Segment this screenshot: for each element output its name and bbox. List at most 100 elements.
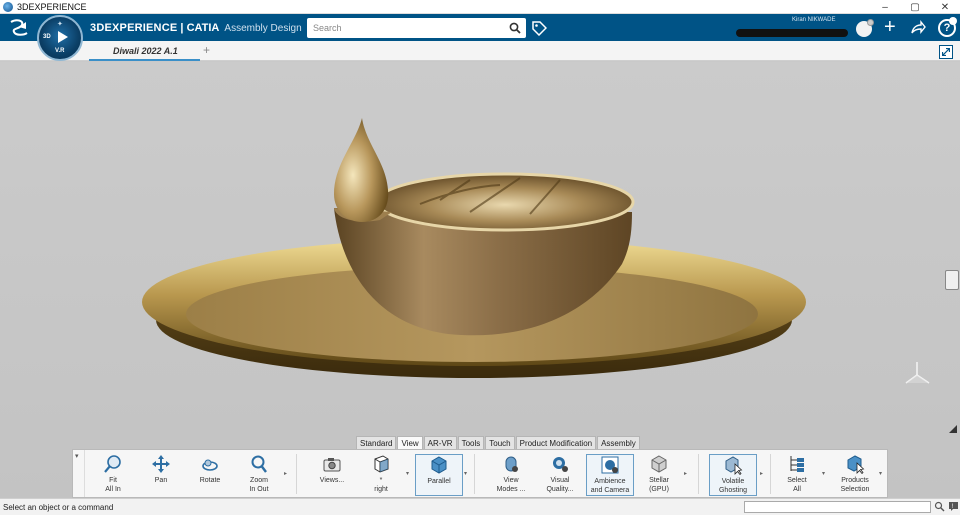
tab-diwali[interactable]: Diwali 2022 A.1: [89, 41, 200, 61]
brand-app: | CATIA: [177, 22, 220, 34]
window-controls: – ▢ ✕: [870, 0, 960, 14]
fit-all-in-label: Fit All In: [105, 477, 121, 493]
3d-viewport[interactable]: [0, 62, 960, 498]
view-modes-label: View Modes ...: [496, 477, 526, 493]
ambience-camera-button[interactable]: Ambience and Camera: [586, 454, 634, 496]
zoom-in-out-button[interactable]: Zoom In Out: [235, 454, 283, 496]
action-bar: ▾ Fit All In Pan Rotate Zoom In Out ▸ Vi…: [72, 449, 888, 498]
close-button[interactable]: ✕: [930, 0, 960, 14]
fullscreen-icon[interactable]: [939, 45, 953, 59]
rotate-label: Rotate: [199, 477, 221, 484]
side-panel-toggle[interactable]: [945, 270, 959, 290]
app-icon: [3, 1, 13, 12]
document-tab-bar: Diwali 2022 A.1 +: [0, 41, 960, 61]
compass-version: V.R: [55, 48, 65, 54]
add-content-button[interactable]: +: [884, 17, 896, 37]
collapse-action-bar[interactable]: ▾: [73, 450, 85, 497]
stellar-gpu-label: Stellar (GPU): [649, 477, 669, 493]
play-icon: [58, 31, 68, 43]
stellar-gpu-button[interactable]: Stellar (GPU): [635, 454, 683, 496]
projection-more-arrow[interactable]: ▾: [464, 470, 467, 477]
tab-product-modification[interactable]: Product Modification: [515, 436, 597, 449]
tab-assembly[interactable]: Assembly: [597, 436, 640, 449]
products-more-arrow[interactable]: ▾: [879, 470, 882, 477]
view-modes-icon: [505, 456, 518, 472]
select-all-label: Select All: [787, 477, 807, 493]
share-icon[interactable]: [910, 20, 926, 36]
rotate-button[interactable]: Rotate: [186, 454, 234, 496]
view-orientation-more-arrow[interactable]: ▾: [406, 470, 409, 477]
zoom-label: Zoom In Out: [249, 477, 269, 493]
right-view-button[interactable]: * right: [357, 454, 405, 496]
views-button[interactable]: Views...: [308, 454, 356, 496]
brand-workbench: Assembly Design: [224, 23, 302, 34]
select-all-button[interactable]: Select All: [773, 454, 821, 496]
expand-arrow-icon[interactable]: [948, 424, 958, 434]
status-prompt: Select an object or a command: [3, 503, 114, 512]
right-view-label: * right: [374, 477, 388, 493]
visual-quality-label: Visual Quality...: [546, 477, 574, 493]
tag-icon[interactable]: [531, 20, 547, 36]
views-label: Views...: [319, 477, 345, 484]
visual-quality-icon: [553, 457, 568, 472]
visual-quality-button[interactable]: Visual Quality...: [536, 454, 584, 496]
ambience-icon: [601, 456, 619, 474]
fit-all-in-button[interactable]: Fit All In: [89, 454, 137, 496]
axis-triad-icon[interactable]: [902, 358, 932, 388]
window-titlebar: 3DEXPERIENCE – ▢ ✕: [0, 0, 960, 14]
ghosting-icon: [725, 456, 743, 475]
message-icon[interactable]: !: [948, 501, 959, 512]
maximize-button[interactable]: ▢: [900, 0, 930, 14]
more-view-commands-arrow[interactable]: ▸: [284, 470, 287, 477]
search-icon[interactable]: [509, 22, 521, 34]
parallel-label: Parallel: [427, 478, 451, 485]
tab-standard[interactable]: Standard: [356, 436, 397, 449]
minimize-button[interactable]: –: [870, 0, 900, 14]
parallel-cube-icon: [431, 456, 447, 474]
pan-button[interactable]: Pan: [137, 454, 185, 496]
notification-badge: [867, 19, 874, 26]
view-modes-button[interactable]: View Modes ...: [487, 454, 535, 496]
search-input[interactable]: [307, 18, 502, 38]
tab-touch[interactable]: Touch: [485, 436, 515, 449]
products-selection-icon: [847, 455, 865, 474]
rotate-icon: [202, 459, 218, 471]
ghosting-more-arrow[interactable]: ▸: [760, 470, 763, 477]
ds-logo-icon[interactable]: [8, 18, 30, 38]
compass-quadrant: ✦: [57, 21, 63, 28]
tab-ar-vr[interactable]: AR-VR: [423, 436, 457, 449]
compass-button[interactable]: ✦ 3D V.R: [37, 15, 83, 61]
redacted-field: [736, 29, 848, 37]
tab-tools[interactable]: Tools: [457, 436, 485, 449]
pan-label: Pan: [154, 477, 168, 484]
brand-name: 3DEXPERIENCE: [90, 22, 178, 34]
compass-3d-label: 3D: [43, 34, 51, 40]
tree-select-icon: [790, 456, 804, 472]
ambience-camera-label: Ambience and Camera: [590, 478, 630, 494]
cube-right-icon: [374, 455, 389, 473]
tab-view[interactable]: View: [397, 436, 423, 449]
app-header: 3DEXPERIENCE | CATIA Assembly Design Kir…: [0, 14, 960, 41]
products-selection-button[interactable]: Products Selection: [831, 454, 879, 496]
stellar-cube-icon: [651, 455, 667, 473]
status-bar: Select an object or a command !: [0, 498, 960, 515]
action-bar-tabs: Standard View AR-VR Tools Touch Product …: [356, 436, 641, 449]
brand-title: 3DEXPERIENCE | CATIA Assembly Design: [90, 22, 302, 34]
rendering-more-arrow[interactable]: ▸: [684, 470, 687, 477]
pan-arrows-icon: [152, 455, 170, 473]
command-input[interactable]: [744, 501, 931, 513]
command-search-icon[interactable]: [934, 501, 945, 512]
products-selection-label: Products Selection: [840, 477, 870, 493]
diya-model[interactable]: [0, 62, 960, 498]
volatile-ghosting-button[interactable]: Volatile Ghosting: [709, 454, 757, 496]
camera-icon: [323, 458, 341, 472]
parallel-button[interactable]: Parallel: [415, 454, 463, 496]
flame-shape: [334, 118, 389, 222]
select-more-arrow[interactable]: ▾: [822, 470, 825, 477]
volatile-ghosting-label: Volatile Ghosting: [718, 478, 748, 494]
chevron-down-icon: ▾: [75, 453, 79, 460]
zoom-icon: [251, 455, 267, 473]
search-box[interactable]: [307, 18, 526, 38]
help-badge: [949, 17, 957, 25]
add-tab-button[interactable]: +: [203, 43, 210, 57]
